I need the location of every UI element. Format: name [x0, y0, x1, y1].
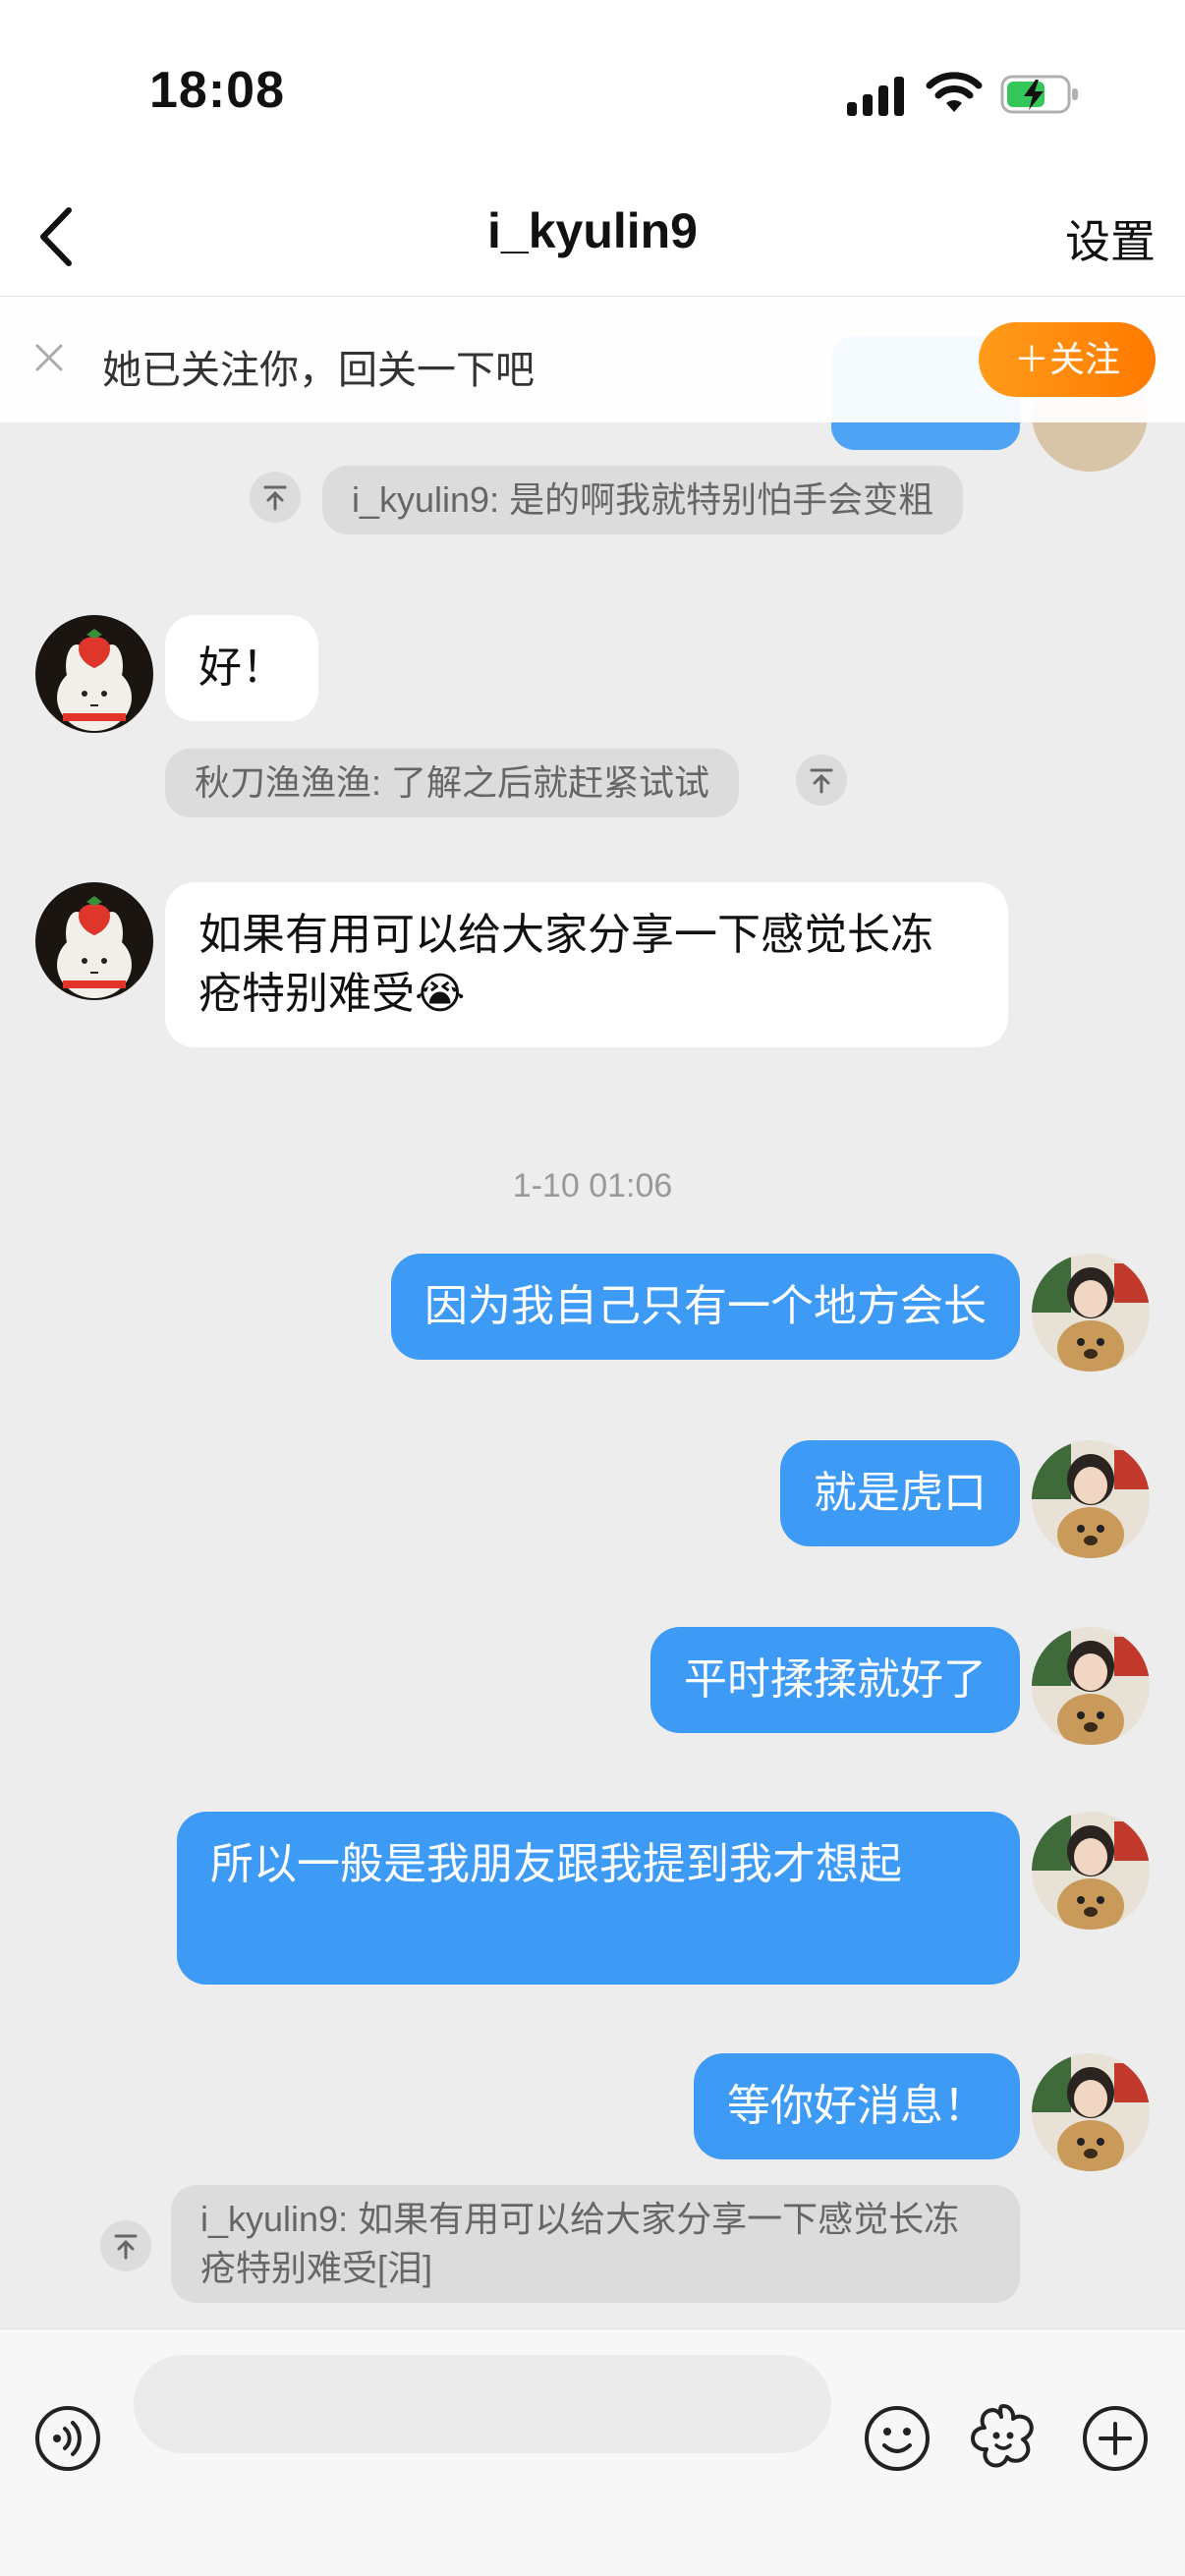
- avatar[interactable]: [1032, 2053, 1150, 2171]
- message-input[interactable]: [134, 2355, 831, 2453]
- emoji-icon[interactable]: [863, 2404, 931, 2478]
- quote-icon: [796, 755, 847, 806]
- message-bubble-incoming[interactable]: 好！: [165, 615, 318, 721]
- wifi-icon: [926, 69, 983, 121]
- message-bubble-outgoing[interactable]: 平时揉揉就好了: [650, 1627, 1020, 1733]
- status-time: 18:08: [149, 62, 285, 119]
- close-icon[interactable]: [31, 340, 67, 375]
- message-bubble-outgoing[interactable]: 等你好消息！: [694, 2053, 1020, 2159]
- message-bubble-outgoing[interactable]: 就是虎口: [780, 1440, 1020, 1546]
- message-timestamp: 1-10 01:06: [512, 1167, 673, 1204]
- follow-button[interactable]: ＋关注: [979, 322, 1156, 397]
- message-bubble-outgoing[interactable]: 因为我自己只有一个地方会长: [391, 1254, 1020, 1360]
- avatar[interactable]: [35, 615, 153, 733]
- avatar[interactable]: [1032, 1627, 1150, 1745]
- battery-icon: [1000, 75, 1081, 121]
- voice-icon[interactable]: [33, 2404, 102, 2478]
- settings-button[interactable]: 设置: [1065, 206, 1156, 271]
- input-bar: [0, 2328, 1185, 2576]
- quoted-reply[interactable]: 秋刀渔渔渔: 了解之后就赶紧试试: [165, 749, 740, 817]
- message-list[interactable]: i_kyulin9: 是的啊我就特别怕手会变粗 好！ 秋刀渔渔渔: 了解之后就赶…: [0, 297, 1185, 2328]
- avatar[interactable]: [35, 882, 153, 1000]
- message-bubble-incoming[interactable]: 如果有用可以给大家分享一下感觉长冻疮特别难受😭: [165, 882, 1008, 1047]
- status-bar: 18:08: [0, 0, 1185, 177]
- follow-banner: 她已关注你，回关一下吧 ＋关注: [0, 297, 1185, 422]
- avatar[interactable]: [1032, 1254, 1150, 1372]
- quote-icon: [100, 2220, 151, 2271]
- avatar[interactable]: [1032, 1440, 1150, 1558]
- chat-header: i_kyulin9 设置: [0, 177, 1185, 297]
- plus-icon[interactable]: [1081, 2404, 1150, 2478]
- follow-prompt-text: 她已关注你，回关一下吧: [102, 349, 535, 392]
- sticker-icon[interactable]: [967, 2400, 1040, 2478]
- message-bubble-outgoing[interactable]: 所以一般是我朋友跟我提到我才想起: [177, 1812, 1020, 1985]
- signal-icon: [847, 77, 908, 123]
- quote-icon: [250, 472, 301, 523]
- quoted-reply[interactable]: i_kyulin9: 如果有用可以给大家分享一下感觉长冻疮特别难受[泪]: [171, 2185, 1020, 2303]
- avatar[interactable]: [1032, 1812, 1150, 1930]
- page-title: i_kyulin9: [487, 203, 698, 258]
- quoted-reply[interactable]: i_kyulin9: 是的啊我就特别怕手会变粗: [322, 466, 964, 534]
